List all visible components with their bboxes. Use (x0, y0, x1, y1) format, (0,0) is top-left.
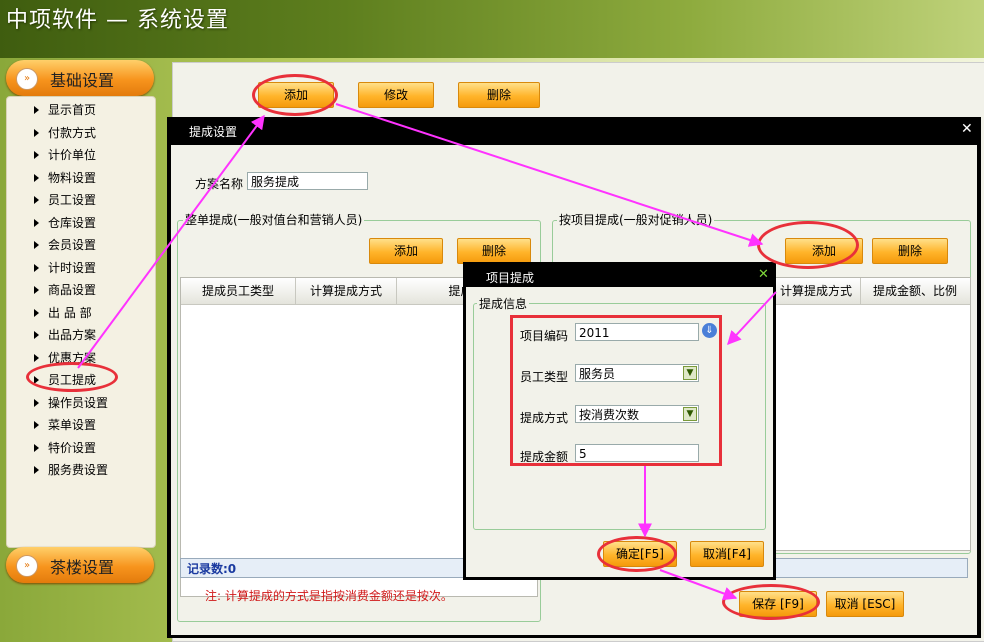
arrow-to-save (659, 569, 738, 601)
arrow-to-fields (727, 291, 777, 346)
annotation-arrows (77, 103, 777, 601)
arrow-sidebar-to-add (77, 114, 265, 369)
arrow-add-to-right-add (335, 103, 764, 247)
